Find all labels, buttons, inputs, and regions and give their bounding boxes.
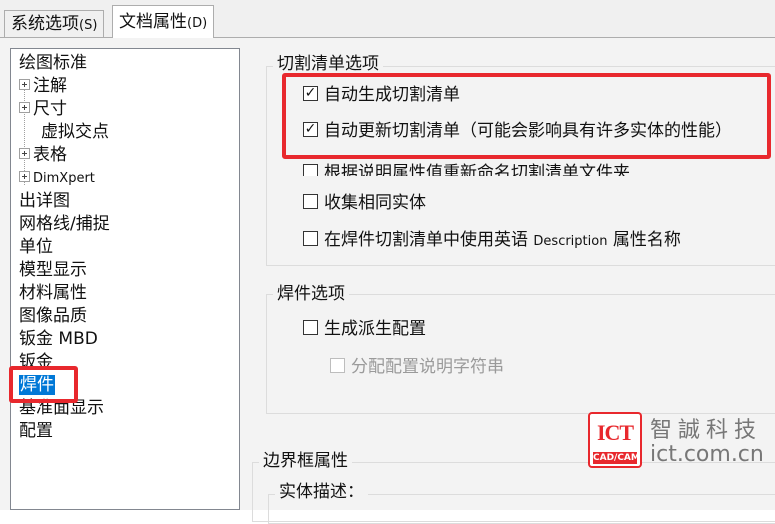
tab-document-properties-accel: (D) — [187, 16, 208, 31]
tree-item-label: 网格线/捕捉 — [19, 214, 110, 234]
tree-item-label: DimXpert — [33, 171, 95, 186]
option-label: 根据说明属性值重新命名切割清单文件夹 — [324, 163, 630, 176]
watermark-domain: ict.com.cn — [650, 442, 764, 467]
tree-item-label: 单位 — [19, 237, 53, 257]
tree-item-sheet-metal-mbd[interactable]: 钣金 MBD — [19, 327, 98, 351]
tab-system-options-accel: (S) — [79, 18, 98, 33]
tree-item-label: 图像品质 — [19, 306, 87, 326]
expand-icon[interactable] — [19, 101, 30, 113]
tree-item-virtual-sharps[interactable]: 虚拟交点 — [41, 120, 109, 144]
option-label: 在焊件切割清单中使用英语 — [324, 230, 534, 250]
checkbox-icon[interactable] — [303, 319, 318, 335]
tree-item-detailing[interactable]: 出详图 — [19, 189, 70, 213]
bbox-properties-title: 边界框属性 — [259, 450, 352, 472]
option-collect-identical-bodies[interactable]: 收集相同实体 — [303, 190, 426, 216]
tree-item-label: 尺寸 — [33, 99, 67, 119]
tree-item-label: 配置 — [19, 421, 53, 441]
tree-item-label: 虚拟交点 — [41, 122, 109, 142]
tree-item-label: 出详图 — [19, 191, 70, 211]
option-label: 收集相同实体 — [324, 193, 426, 213]
option-label-suffix: 属性名称 — [607, 230, 681, 250]
tree-item-configurations[interactable]: 配置 — [19, 419, 53, 443]
tree-item-image-quality[interactable]: 图像品质 — [19, 304, 87, 328]
expand-icon[interactable] — [19, 78, 30, 90]
tab-system-options-label: 系统选项 — [11, 14, 79, 34]
ict-logo-seal: ICT CAD/CAM — [588, 412, 642, 468]
option-assign-config-description: 分配配置说明字符串 — [330, 354, 504, 380]
tree-item-label: 钣金 MBD — [19, 329, 98, 349]
tree-item-label: 材料属性 — [19, 283, 87, 303]
option-rename-cutlist-folders[interactable]: 根据说明属性值重新命名切割清单文件夹 — [303, 160, 630, 176]
tree-item-label: 模型显示 — [19, 260, 87, 280]
option-label: 分配配置说明字符串 — [351, 357, 504, 377]
body-description-title: 实体描述： — [275, 481, 368, 503]
tree-item-material-properties[interactable]: 材料属性 — [19, 281, 87, 305]
tree-item-dimxpert[interactable]: DimXpert — [19, 167, 95, 191]
ict-watermark: ICT CAD/CAM 智誠科技 ict.com.cn — [588, 408, 775, 474]
expand-icon[interactable] — [19, 171, 30, 182]
tree-item-label: 绘图标准 — [19, 53, 87, 73]
tree-item-drafting-standard[interactable]: 绘图标准 — [19, 51, 87, 75]
checkbox-icon[interactable] — [303, 230, 318, 246]
tab-document-properties[interactable]: 文档属性(D) — [112, 5, 215, 38]
ict-logo-subtext: CAD/CAM — [593, 452, 640, 464]
option-label-english: Description — [533, 234, 608, 249]
tree-item-grid-snap[interactable]: 网格线/捕捉 — [19, 212, 110, 236]
weldment-options-title: 焊件选项 — [273, 283, 349, 305]
option-create-derived-config[interactable]: 生成派生配置 — [303, 316, 426, 342]
tree-item-model-display[interactable]: 模型显示 — [19, 258, 87, 282]
highlight-box-weldments — [9, 366, 78, 403]
tab-system-options[interactable]: 系统选项(S) — [4, 10, 105, 37]
watermark-company: 智誠科技 — [650, 418, 763, 443]
tab-strip: 系统选项(S) 文档属性(D) — [0, 0, 775, 38]
tree-item-dimensions[interactable]: 尺寸 — [19, 97, 67, 121]
tree-item-units[interactable]: 单位 — [19, 235, 53, 259]
checkbox-icon[interactable] — [303, 193, 318, 209]
property-tree[interactable]: 绘图标准 注解 尺寸 虚拟交点 表格 DimXpert 出详图 网格线/捕捉 单… — [10, 48, 240, 510]
tree-item-annotations[interactable]: 注解 — [19, 74, 67, 98]
option-label: 生成派生配置 — [324, 319, 426, 339]
ict-logo-text: ICT — [596, 420, 634, 445]
checkbox-disabled-icon — [330, 357, 345, 373]
tree-item-tables[interactable]: 表格 — [19, 143, 67, 167]
option-english-description[interactable]: 在焊件切割清单中使用英语 Description 属性名称 — [303, 227, 681, 253]
tree-item-label: 表格 — [33, 145, 67, 165]
expand-icon[interactable] — [19, 147, 30, 159]
cutlist-options-title: 切割清单选项 — [273, 53, 383, 75]
highlight-box-cutlist — [282, 73, 771, 159]
tab-document-properties-label: 文档属性 — [119, 12, 187, 32]
checkbox-icon[interactable] — [303, 163, 318, 176]
tree-item-label: 注解 — [33, 76, 67, 96]
